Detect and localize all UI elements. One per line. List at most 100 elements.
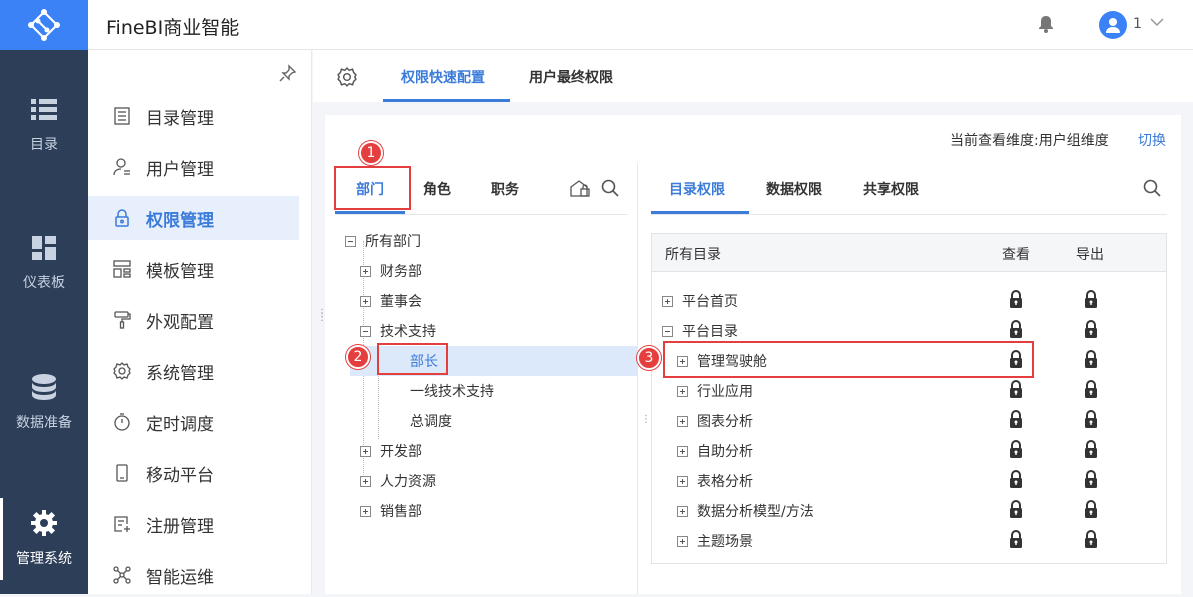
tab-quick-config[interactable]: 权限快速配置	[401, 67, 485, 87]
lock-icon[interactable]	[1084, 290, 1098, 308]
pin-icon[interactable]	[279, 64, 297, 82]
expand-icon[interactable]	[677, 505, 688, 517]
expand-icon[interactable]	[360, 295, 371, 307]
catalog-label: 平台首页	[682, 294, 738, 310]
tab-final-permissions[interactable]: 用户最终权限	[529, 67, 613, 87]
lock-icon[interactable]	[1009, 290, 1023, 308]
table-row[interactable]: 行业应用	[652, 374, 1166, 404]
collapse-icon[interactable]	[662, 325, 673, 337]
expand-icon[interactable]	[360, 505, 371, 517]
switch-dimension-link[interactable]: 切换	[1138, 130, 1166, 150]
table-row[interactable]: 数据分析模型/方法	[652, 494, 1166, 524]
sidebar-item-ops[interactable]: 智能运维	[88, 553, 299, 597]
expand-icon[interactable]	[677, 535, 688, 547]
list-icon	[31, 99, 57, 120]
sidebar-item-templates[interactable]: 模板管理	[88, 247, 299, 291]
search-icon[interactable]	[1143, 179, 1161, 197]
sidebar-item-label: 定时调度	[146, 414, 214, 435]
expand-icon[interactable]	[360, 265, 371, 277]
lock-icon[interactable]	[1084, 500, 1098, 518]
table-row[interactable]: 自助分析	[652, 434, 1166, 464]
timer-icon	[114, 413, 130, 431]
splitter-handle[interactable]: ⋮	[641, 415, 651, 425]
lock-icon[interactable]	[1084, 530, 1098, 548]
rail-item-catalog[interactable]: 目录	[0, 98, 88, 154]
lock-icon[interactable]	[1084, 470, 1098, 488]
database-icon	[32, 374, 56, 400]
mobile-icon	[116, 464, 128, 482]
tree-node[interactable]: 开发部	[360, 436, 625, 466]
lock-icon[interactable]	[1009, 320, 1023, 338]
lock-icon[interactable]	[1084, 440, 1098, 458]
tree-node[interactable]: 技术支持	[360, 316, 625, 346]
collapse-icon[interactable]	[345, 235, 356, 247]
rail-item-admin[interactable]: 管理系统	[0, 498, 88, 580]
expand-icon[interactable]	[360, 475, 371, 487]
tree-node[interactable]: 人力资源	[360, 466, 625, 496]
sidebar-item-appearance[interactable]: 外观配置	[88, 298, 299, 342]
lock-icon[interactable]	[1084, 320, 1098, 338]
table-row[interactable]: 平台首页	[652, 284, 1166, 314]
catalog-icon	[114, 107, 130, 125]
template-icon	[113, 260, 131, 278]
rail-item-data-prep[interactable]: 数据准备	[0, 374, 88, 432]
sidebar-item-catalog[interactable]: 目录管理	[88, 94, 299, 138]
tab-share-permissions[interactable]: 共享权限	[863, 179, 919, 199]
bell-icon[interactable]	[1038, 15, 1054, 33]
sidebar-item-mobile[interactable]: 移动平台	[88, 451, 299, 495]
user-avatar-icon	[1106, 18, 1120, 33]
expand-icon[interactable]	[677, 445, 688, 457]
collapse-icon[interactable]	[360, 325, 371, 337]
sidebar-item-label: 系统管理	[146, 363, 214, 384]
tree-node[interactable]: 所有部门	[345, 226, 625, 256]
rail-item-dashboard[interactable]: 仪表板	[0, 236, 88, 292]
lock-icon[interactable]	[1084, 350, 1098, 368]
tab-positions[interactable]: 职务	[491, 179, 519, 199]
tree-node[interactable]: 一线技术支持	[410, 376, 625, 406]
sidebar-item-schedule[interactable]: 定时调度	[88, 400, 299, 444]
lock-icon[interactable]	[1009, 380, 1023, 398]
app-logo[interactable]	[0, 0, 88, 50]
sidebar-item-label: 注册管理	[146, 516, 214, 537]
expand-icon[interactable]	[677, 385, 688, 397]
settings-icon[interactable]	[337, 67, 357, 87]
sidebar-item-users[interactable]: 用户管理	[88, 145, 299, 189]
sidebar-item-permissions[interactable]: 权限管理	[88, 196, 299, 240]
tree-node[interactable]: 销售部	[360, 496, 625, 526]
expand-icon[interactable]	[662, 295, 673, 307]
sidebar-item-registration[interactable]: 注册管理	[88, 502, 299, 546]
lock-building-icon[interactable]	[570, 179, 590, 197]
tab-data-permissions[interactable]: 数据权限	[766, 179, 822, 199]
lock-icon[interactable]	[1084, 380, 1098, 398]
table-row[interactable]: 主题场景	[652, 524, 1166, 554]
tree-node[interactable]: 董事会	[360, 286, 625, 316]
dimension-label: 当前查看维度:用户组维度	[950, 133, 1109, 149]
sidebar-item-system[interactable]: 系统管理	[88, 349, 299, 393]
lock-icon[interactable]	[1009, 410, 1023, 428]
table-row[interactable]: 平台目录	[652, 314, 1166, 344]
tab-roles[interactable]: 角色	[423, 179, 451, 199]
table-row[interactable]: 图表分析	[652, 404, 1166, 434]
lock-icon[interactable]	[1084, 410, 1098, 428]
rail-label: 仪表板	[23, 275, 65, 291]
table-row[interactable]: 表格分析	[652, 464, 1166, 494]
tree-node[interactable]: 总调度	[410, 406, 625, 436]
lock-icon[interactable]	[1009, 500, 1023, 518]
expand-icon[interactable]	[360, 445, 371, 457]
search-icon[interactable]	[601, 179, 619, 197]
chevron-down-icon[interactable]	[1150, 17, 1164, 27]
avatar[interactable]	[1099, 11, 1127, 39]
lock-icon[interactable]	[1009, 470, 1023, 488]
lock-icon[interactable]	[1009, 530, 1023, 548]
tab-catalog-permissions[interactable]: 目录权限	[669, 179, 725, 199]
tree-node[interactable]: 财务部	[360, 256, 625, 286]
user-name[interactable]: 1	[1133, 16, 1142, 32]
lock-icon[interactable]	[1009, 440, 1023, 458]
column-header: 导出	[1076, 247, 1104, 263]
catalog-name: 自助分析	[677, 441, 753, 461]
expand-icon[interactable]	[677, 415, 688, 427]
admin-sidebar: 目录管理 用户管理 权限管理 模板管理 外观配置 系统管理 定时调度 移动平台 …	[88, 50, 312, 594]
settings-icon	[113, 362, 131, 380]
splitter-handle[interactable]: ⋮ ⋮	[317, 309, 327, 323]
expand-icon[interactable]	[677, 475, 688, 487]
